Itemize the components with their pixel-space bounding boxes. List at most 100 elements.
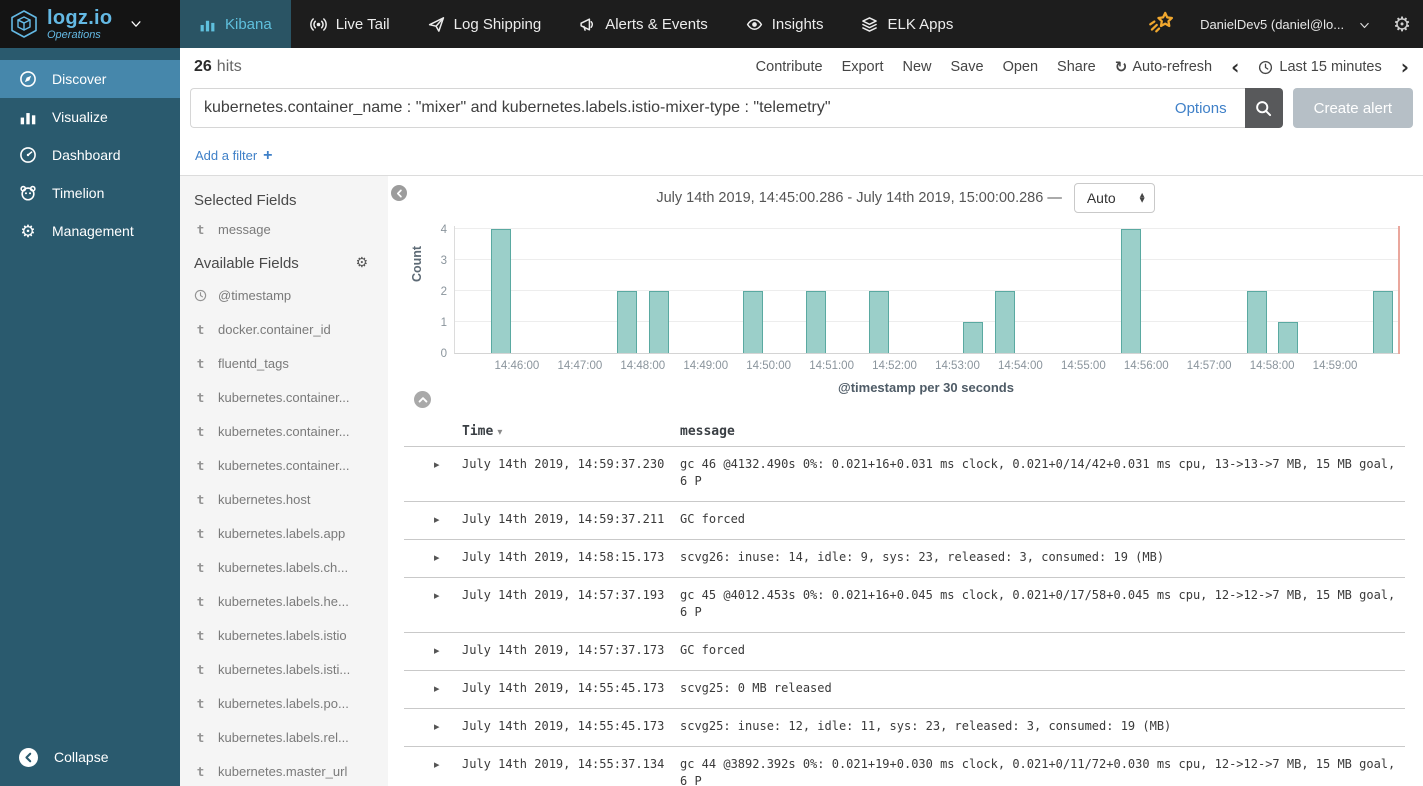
- field-item[interactable]: t kubernetes.container...: [194, 380, 388, 414]
- sidebar-collapse-button[interactable]: Collapse: [0, 740, 180, 774]
- histogram-bar[interactable]: [1278, 322, 1299, 353]
- field-item[interactable]: t kubernetes.master_url: [194, 754, 388, 786]
- histogram-bar[interactable]: [963, 322, 984, 353]
- expand-row-caret-icon[interactable]: ▸: [404, 549, 462, 566]
- field-item[interactable]: t kubernetes.labels.ch...: [194, 550, 388, 584]
- nav-item-kibana[interactable]: Kibana: [180, 0, 291, 48]
- select-arrows-icon: ▲ ▼: [1139, 191, 1145, 204]
- export-link[interactable]: Export: [842, 59, 884, 75]
- table-row: ▸ July 14th 2019, 14:55:45.173 scvg25: inu…: [404, 708, 1405, 746]
- field-name: kubernetes.labels.ch...: [218, 559, 349, 575]
- histogram-bar[interactable]: [743, 291, 764, 353]
- field-item[interactable]: t kubernetes.labels.istio: [194, 618, 388, 652]
- nav-item-insights[interactable]: Insights: [727, 0, 843, 48]
- settings-gear-icon[interactable]: ⚙: [1393, 12, 1411, 36]
- shooting-star-icon[interactable]: [1148, 11, 1174, 37]
- sidebar-item-visualize[interactable]: Visualize: [0, 98, 180, 136]
- field-item[interactable]: t message: [194, 214, 388, 244]
- open-link[interactable]: Open: [1003, 59, 1038, 75]
- megaphone-icon: [579, 16, 596, 33]
- field-item[interactable]: t kubernetes.labels.rel...: [194, 720, 388, 754]
- histogram-bar[interactable]: [617, 291, 638, 353]
- fields-settings-gear-icon[interactable]: ⚙: [355, 255, 368, 271]
- histogram-bar[interactable]: [994, 291, 1015, 353]
- expand-row-caret-icon[interactable]: ▸: [404, 456, 462, 490]
- field-item[interactable]: t kubernetes.host: [194, 482, 388, 516]
- nav-item-elk-apps[interactable]: ELK Apps: [842, 0, 972, 48]
- layers-icon: [861, 16, 878, 33]
- interval-value: Auto: [1086, 190, 1116, 206]
- field-name: docker.container_id: [218, 321, 331, 337]
- time-forward-button[interactable]: ›: [1401, 57, 1409, 77]
- x-tick-label: 14:55:00: [1060, 360, 1106, 372]
- interval-select[interactable]: Auto ▲ ▼: [1073, 183, 1155, 213]
- nav-item-live-tail[interactable]: Live Tail: [291, 0, 409, 48]
- histogram-bar[interactable]: [1246, 291, 1267, 353]
- brand[interactable]: logz.io Operations: [0, 0, 180, 48]
- sort-caret-icon: ▾: [497, 426, 503, 438]
- field-item[interactable]: t fluentd_tags: [194, 346, 388, 380]
- time-back-button[interactable]: ‹: [1231, 57, 1239, 77]
- sidebar-item-discover[interactable]: Discover: [0, 60, 180, 98]
- field-item[interactable]: t kubernetes.labels.he...: [194, 584, 388, 618]
- expand-row-caret-icon[interactable]: ▸: [404, 511, 462, 528]
- sidebar-item-management[interactable]: ⚙ Management: [0, 212, 180, 250]
- x-tick-label: 14:54:00: [998, 360, 1043, 372]
- field-item[interactable]: t kubernetes.container...: [194, 414, 388, 448]
- share-link[interactable]: Share: [1057, 59, 1096, 75]
- expand-row-caret-icon[interactable]: ▸: [404, 718, 462, 735]
- paper-plane-icon: [428, 16, 445, 33]
- field-name: @timestamp: [218, 287, 292, 303]
- nav-item-log-shipping[interactable]: Log Shipping: [409, 0, 561, 48]
- histogram-bar[interactable]: [869, 291, 890, 353]
- gauge-icon: [19, 146, 37, 164]
- field-item[interactable]: t docker.container_id: [194, 312, 388, 346]
- histogram-bar[interactable]: [1120, 229, 1141, 353]
- search-input[interactable]: [191, 99, 1157, 117]
- chart-header: July 14th 2019, 14:45:00.286 - July 14th…: [388, 176, 1423, 220]
- time-column-header[interactable]: Time ▾: [462, 424, 680, 439]
- expand-row-caret-icon[interactable]: ▸: [404, 680, 462, 697]
- field-item[interactable]: @timestamp: [194, 278, 388, 312]
- search-options-link[interactable]: Options: [1157, 100, 1245, 117]
- plus-icon[interactable]: +: [263, 147, 272, 165]
- y-tick-label: 4: [440, 224, 447, 237]
- auto-refresh-link[interactable]: ↻ Auto-refresh: [1115, 58, 1212, 76]
- field-name: kubernetes.labels.he...: [218, 593, 349, 609]
- search-button[interactable]: [1244, 88, 1283, 128]
- field-item[interactable]: t kubernetes.labels.po...: [194, 686, 388, 720]
- sidebar-item-dashboard[interactable]: Dashboard: [0, 136, 180, 174]
- user-menu-label[interactable]: DanielDev5 (daniel@lo...: [1200, 17, 1344, 32]
- histogram-bar[interactable]: [806, 291, 827, 353]
- brand-text: logz.io Operations: [47, 8, 112, 41]
- chevron-down-icon[interactable]: [1358, 19, 1371, 32]
- sidebar-item-timelion[interactable]: Timelion: [0, 174, 180, 212]
- expand-row-caret-icon[interactable]: ▸: [404, 642, 462, 659]
- save-link[interactable]: Save: [951, 59, 984, 75]
- add-filter-link[interactable]: Add a filter: [195, 148, 257, 163]
- histogram-bar[interactable]: [1372, 291, 1393, 353]
- expand-row-caret-icon[interactable]: ▸: [404, 587, 462, 621]
- expand-row-caret-icon[interactable]: ▸: [404, 756, 462, 786]
- contribute-link[interactable]: Contribute: [756, 59, 823, 75]
- field-item[interactable]: t kubernetes.labels.isti...: [194, 652, 388, 686]
- histogram-bar[interactable]: [648, 291, 669, 353]
- chevron-down-icon[interactable]: [129, 17, 143, 31]
- x-tick-label: 14:47:00: [557, 360, 603, 372]
- nav-item-label: Live Tail: [335, 15, 390, 33]
- x-tick-label: 14:50:00: [746, 360, 792, 372]
- chart-plot-area[interactable]: 0 1 2 3 4: [441, 224, 1400, 360]
- y-tick-label: 2: [440, 286, 447, 299]
- search-icon: [1255, 100, 1272, 117]
- collapse-fields-button[interactable]: [391, 185, 407, 201]
- histogram-bar[interactable]: [491, 229, 512, 353]
- timepicker-button[interactable]: Last 15 minutes: [1258, 59, 1382, 75]
- message-column-header[interactable]: message: [680, 424, 1405, 439]
- collapse-chart-button[interactable]: [414, 391, 431, 408]
- field-item[interactable]: t kubernetes.container...: [194, 448, 388, 482]
- create-alert-button[interactable]: Create alert: [1292, 88, 1413, 128]
- nav-item-alerts-events[interactable]: Alerts & Events: [560, 0, 727, 48]
- new-link[interactable]: New: [902, 59, 931, 75]
- field-name: kubernetes.labels.isti...: [218, 661, 351, 677]
- field-item[interactable]: t kubernetes.labels.app: [194, 516, 388, 550]
